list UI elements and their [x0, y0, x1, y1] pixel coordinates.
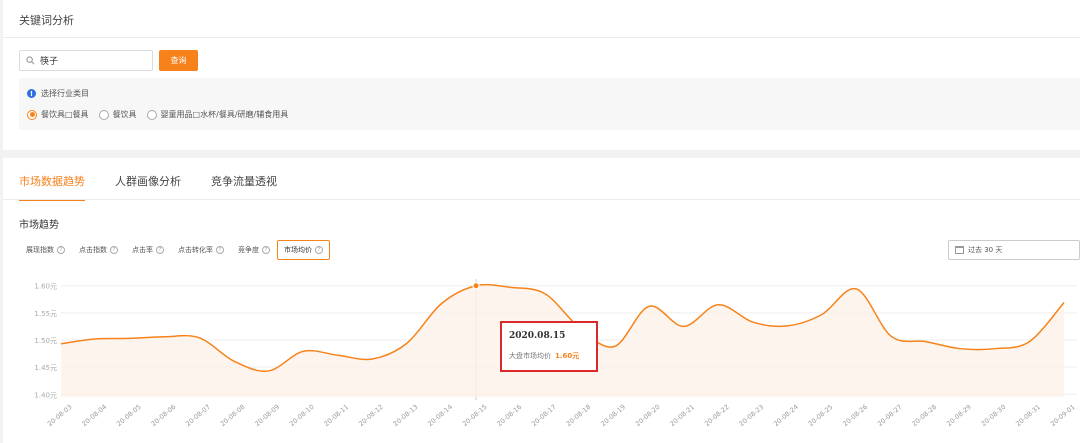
- x-tick-label: 20-08-07: [184, 403, 212, 428]
- y-tick-label: 1.40元: [34, 391, 57, 399]
- tooltip-label: 大盘市场均价: [509, 352, 551, 360]
- y-tick-label: 1.50元: [34, 337, 57, 345]
- y-tick-label: 1.55元: [34, 310, 57, 318]
- x-tick-label: 20-08-12: [357, 403, 385, 428]
- trend-chart: 1.40元1.45元1.50元1.55元1.60元20-08-03 20-08-0…: [34, 279, 1077, 428]
- x-tick-label: 20-08-13: [392, 403, 420, 428]
- x-tick-label: 20-08-06: [150, 403, 178, 428]
- x-tick-label: 20-08-19: [599, 403, 627, 428]
- x-tick-label: 20-08-31: [1014, 403, 1042, 428]
- tooltip-date: 2020.08.15: [509, 331, 566, 341]
- chart-tooltip: 2020.08.15 大盘市场均价 1.60元: [500, 321, 598, 372]
- x-tick-label: 20-08-14: [426, 403, 454, 428]
- x-tick-label: 20-08-21: [668, 403, 696, 428]
- x-tick-label: 20-08-27: [876, 403, 904, 428]
- x-tick-label: 20-08-28: [910, 403, 938, 428]
- x-tick-label: 20-08-25: [807, 403, 835, 428]
- x-tick-label: 20-08-22: [703, 403, 731, 428]
- data-point: [472, 282, 480, 290]
- tooltip-row: 大盘市场均价 1.60元: [509, 351, 579, 361]
- x-tick-label: 20-08-23: [738, 403, 766, 428]
- x-tick-label: 20-08-10: [288, 403, 316, 428]
- x-tick-label: 20-08-05: [115, 403, 143, 428]
- x-tick-label: 20-08-30: [980, 403, 1008, 428]
- x-tick-label: 20-08-18: [565, 403, 593, 428]
- y-tick-label: 1.60元: [34, 283, 57, 291]
- x-tick-label: 20-08-04: [80, 403, 108, 428]
- x-tick-label: 20-08-11: [323, 403, 351, 428]
- x-tick-label: 20-08-03: [46, 403, 74, 428]
- x-tick-label: 20-08-09: [253, 403, 281, 428]
- x-tick-label: 20-08-20: [634, 403, 662, 428]
- y-tick-label: 1.45元: [34, 364, 57, 372]
- x-tick-label: 20-08-08: [219, 403, 247, 428]
- x-tick-label: 20-09-01: [1049, 403, 1077, 428]
- x-tick-label: 20-08-15: [461, 403, 489, 428]
- x-tick-label: 20-08-29: [945, 403, 973, 428]
- x-tick-label: 20-08-17: [530, 403, 558, 428]
- x-tick-label: 20-08-26: [841, 403, 869, 428]
- x-tick-label: 20-08-16: [495, 403, 523, 428]
- tooltip-value: 1.60元: [555, 352, 580, 360]
- x-tick-label: 20-08-24: [772, 403, 800, 428]
